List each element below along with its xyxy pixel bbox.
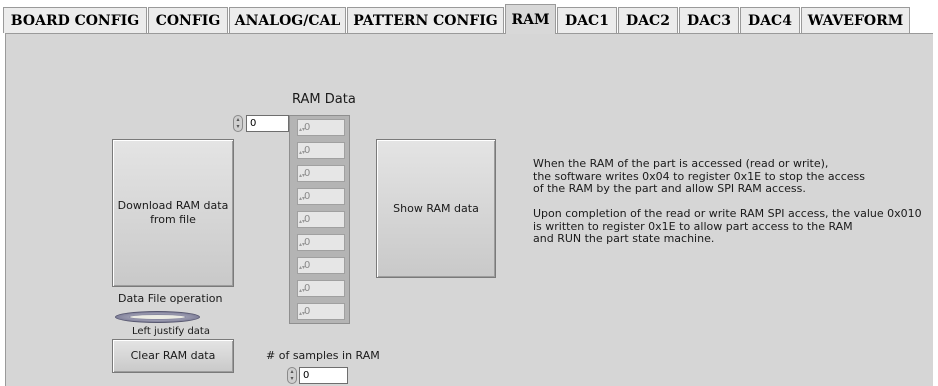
download-ram-data-button[interactable]: Download RAM data from file [112,139,234,287]
ram-data-element[interactable]: ▴▾ 0 [297,165,345,182]
tab-ram[interactable]: RAM [505,4,556,34]
tab-dac1[interactable]: DAC1 [557,7,617,33]
samples-in-ram-label: # of samples in RAM [266,349,380,362]
samples-in-ram-input[interactable]: 0 [299,367,348,384]
tab-config[interactable]: CONFIG [148,7,228,33]
ram-data-element[interactable]: ▴▾ 0 [297,211,345,228]
ram-data-element[interactable]: ▴▾ 0 [297,188,345,205]
clear-ram-data-button[interactable]: Clear RAM data [112,339,234,373]
data-file-operation-label: Data File operation [118,292,223,305]
tab-dac4[interactable]: DAC4 [740,7,800,33]
ram-data-element[interactable]: ▴▾ 0 [297,119,345,136]
ram-access-info-text: When the RAM of the part is accessed (re… [533,157,922,245]
tab-bar: BOARD CONFIG CONFIG ANALOG/CAL PATTERN C… [0,0,938,34]
toggle-knob [129,314,186,320]
array-index-spinner[interactable]: ▴ ▾ [233,115,243,132]
tab-dac3[interactable]: DAC3 [679,7,739,33]
array-index-input[interactable]: 0 [246,115,289,132]
show-ram-data-button[interactable]: Show RAM data [376,139,496,278]
left-justify-toggle[interactable] [115,311,200,323]
tab-dac2[interactable]: DAC2 [618,7,678,33]
left-justify-label: Left justify data [132,326,210,337]
tab-pattern-config[interactable]: PATTERN CONFIG [347,7,504,33]
tab-analog-cal[interactable]: ANALOG/CAL [229,7,346,33]
ram-data-title: RAM Data [292,92,356,107]
ram-data-element[interactable]: ▴▾ 0 [297,257,345,274]
tab-board-config[interactable]: BOARD CONFIG [3,7,147,33]
ram-data-element[interactable]: ▴▾ 0 [297,303,345,320]
ram-data-element[interactable]: ▴▾ 0 [297,280,345,297]
samples-spinner[interactable]: ▴ ▾ [287,367,297,384]
tab-waveform[interactable]: WAVEFORM [801,7,910,33]
ram-data-array: ▴▾ 0 ▴▾ 0 ▴▾ 0 ▴▾ 0 ▴▾ 0 ▴▾ 0 ▴▾ 0 ▴▾ 0 ▴▾ 0 [289,115,350,324]
ram-data-element[interactable]: ▴▾ 0 [297,234,345,251]
ram-data-element[interactable]: ▴▾ 0 [297,142,345,159]
